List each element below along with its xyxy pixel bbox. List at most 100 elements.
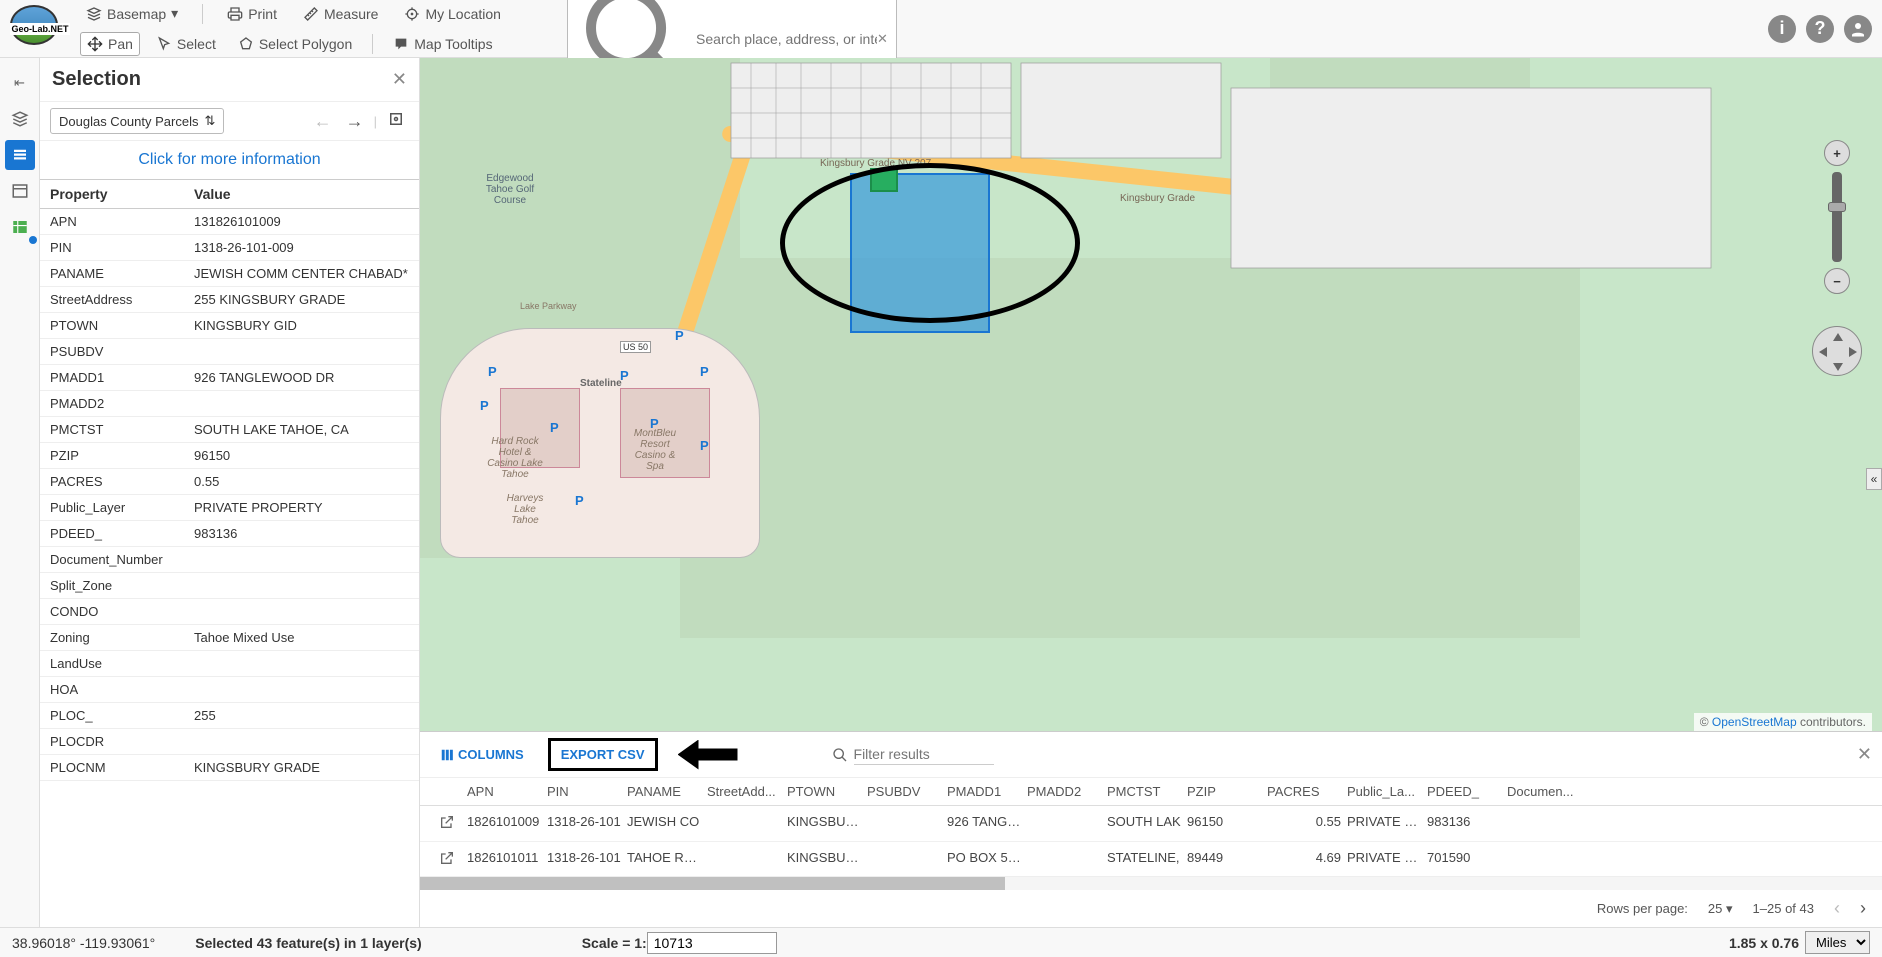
column-header[interactable]: PZIP <box>1184 784 1264 799</box>
account-button[interactable] <box>1844 15 1872 43</box>
property-value <box>184 651 419 677</box>
parking-icon: P <box>480 398 489 413</box>
column-header[interactable]: PDEED_ <box>1424 784 1504 799</box>
status-bar: 38.96018° -119.93061° Selected 43 featur… <box>0 927 1882 957</box>
print-label: Print <box>248 6 277 22</box>
cell <box>704 850 784 869</box>
next-feature-button[interactable]: → <box>342 111 368 132</box>
cell <box>1024 850 1104 869</box>
next-page-button[interactable]: › <box>1860 898 1866 919</box>
unit-select[interactable]: Miles <box>1805 931 1870 954</box>
map-tooltips-button[interactable]: Map Tooltips <box>387 33 498 55</box>
property-value <box>184 599 419 625</box>
osm-link[interactable]: OpenStreetMap <box>1712 715 1797 729</box>
property-row: PANAMEJEWISH COMM CENTER CHABAD* <box>40 261 419 287</box>
column-header[interactable]: StreetAdd... <box>704 784 784 799</box>
annotation-arrow <box>678 740 738 770</box>
zoom-to-button[interactable] <box>383 110 409 133</box>
table-row[interactable]: 18261010091318-26-101JEWISH COKINGSBURY9… <box>420 806 1882 842</box>
zoom-out-button[interactable]: − <box>1824 268 1850 294</box>
info-button[interactable]: i <box>1768 15 1796 43</box>
column-header[interactable]: PTOWN <box>784 784 864 799</box>
column-header[interactable]: APN <box>464 784 544 799</box>
layers-stack-icon <box>11 110 29 128</box>
pan-tool-button[interactable]: Pan <box>80 32 140 56</box>
info-link[interactable]: Click for more information <box>40 141 419 180</box>
column-header[interactable]: PACRES <box>1264 784 1344 799</box>
zoom-slider[interactable] <box>1832 172 1842 262</box>
help-button[interactable]: ? <box>1806 15 1834 43</box>
scrollbar-thumb[interactable] <box>420 877 1005 890</box>
property-row: PLOC_255 <box>40 703 419 729</box>
page-range: 1–25 of 43 <box>1753 901 1814 916</box>
column-header[interactable]: PSUBDV <box>864 784 944 799</box>
print-button[interactable]: Print <box>221 3 283 25</box>
select-label: Select <box>177 36 216 52</box>
property-name: Public_Layer <box>40 495 184 521</box>
column-header[interactable]: Public_La... <box>1344 784 1424 799</box>
table-row[interactable]: 18261010111318-26-101TAHOE REGKINGSBURYP… <box>420 842 1882 876</box>
scale-input[interactable] <box>647 932 777 954</box>
select-polygon-button[interactable]: Select Polygon <box>232 33 358 55</box>
side-selection-icon[interactable] <box>5 140 35 170</box>
column-header[interactable]: Documen... <box>1504 784 1584 799</box>
column-header[interactable]: PANAME <box>624 784 704 799</box>
move-icon <box>87 36 103 52</box>
side-icon-bar: ⇤ <box>0 58 40 927</box>
column-header[interactable]: PMADD2 <box>1024 784 1104 799</box>
pan-label: Pan <box>108 36 133 52</box>
cursor-icon <box>156 36 172 52</box>
export-csv-button[interactable]: EXPORT CSV <box>548 738 658 771</box>
open-row-button[interactable] <box>436 850 464 869</box>
parcel-grid-svg <box>560 58 1882 298</box>
pan-wheel[interactable] <box>1812 326 1862 376</box>
column-header[interactable]: PIN <box>544 784 624 799</box>
rows-per-page-select[interactable]: 25 ▾ <box>1708 901 1733 917</box>
property-row: Document_Number <box>40 547 419 573</box>
side-collapse-icon[interactable]: ⇤ <box>5 68 35 98</box>
layers-icon <box>86 6 102 22</box>
grid-footer: Rows per page: 25 ▾ 1–25 of 43 ‹ › <box>420 890 1882 927</box>
property-row: CONDO <box>40 599 419 625</box>
property-row: StreetAddress255 KINGSBURY GRADE <box>40 287 419 313</box>
prev-feature-button[interactable]: ← <box>310 111 336 132</box>
measure-button[interactable]: Measure <box>297 3 384 25</box>
cell: 701590 <box>1424 850 1504 869</box>
property-name: PMADD1 <box>40 365 184 391</box>
zoom-slider-thumb[interactable] <box>1828 202 1846 212</box>
search-input[interactable] <box>696 31 877 47</box>
prev-page-button[interactable]: ‹ <box>1834 898 1840 919</box>
cell <box>704 814 784 833</box>
cell <box>864 814 944 833</box>
panel-close-button[interactable]: ✕ <box>392 69 407 90</box>
target-icon <box>387 110 405 128</box>
property-value: 0.55 <box>184 469 419 495</box>
side-panel-icon[interactable] <box>5 176 35 206</box>
basemap-label: Basemap <box>107 6 166 22</box>
column-header[interactable]: PMCTST <box>1104 784 1184 799</box>
property-value: JEWISH COMM CENTER CHABAD* <box>184 261 419 287</box>
grid-horizontal-scrollbar[interactable] <box>420 876 1882 890</box>
collapse-map-tab[interactable]: « <box>1866 468 1882 490</box>
parking-icon: P <box>675 328 684 343</box>
basemap-button[interactable]: Basemap ▾ <box>80 2 184 25</box>
side-layers-icon[interactable] <box>5 104 35 134</box>
zoom-in-button[interactable]: + <box>1824 140 1850 166</box>
caret-down-icon: ▾ <box>1726 901 1733 916</box>
property-row: Split_Zone <box>40 573 419 599</box>
side-table-icon[interactable] <box>5 212 35 242</box>
my-location-button[interactable]: My Location <box>398 3 506 25</box>
column-header[interactable]: PMADD1 <box>944 784 1024 799</box>
grid-close-button[interactable]: ✕ <box>1857 744 1872 765</box>
select-tool-button[interactable]: Select <box>150 33 222 55</box>
property-value: 255 <box>184 703 419 729</box>
selected-count: Selected 43 feature(s) in 1 layer(s) <box>195 935 421 951</box>
open-row-button[interactable] <box>436 814 464 833</box>
filter-input[interactable] <box>854 744 994 765</box>
columns-button[interactable]: COLUMNS <box>430 741 534 768</box>
layer-select[interactable]: Douglas County Parcels ⇅ <box>50 108 224 134</box>
property-row: LandUse <box>40 651 419 677</box>
clear-search-icon[interactable]: ✕ <box>877 31 888 47</box>
map-area[interactable]: Kingsbury Grade NV 207 Kingsbury Grade E… <box>420 58 1882 927</box>
property-name: StreetAddress <box>40 287 184 313</box>
